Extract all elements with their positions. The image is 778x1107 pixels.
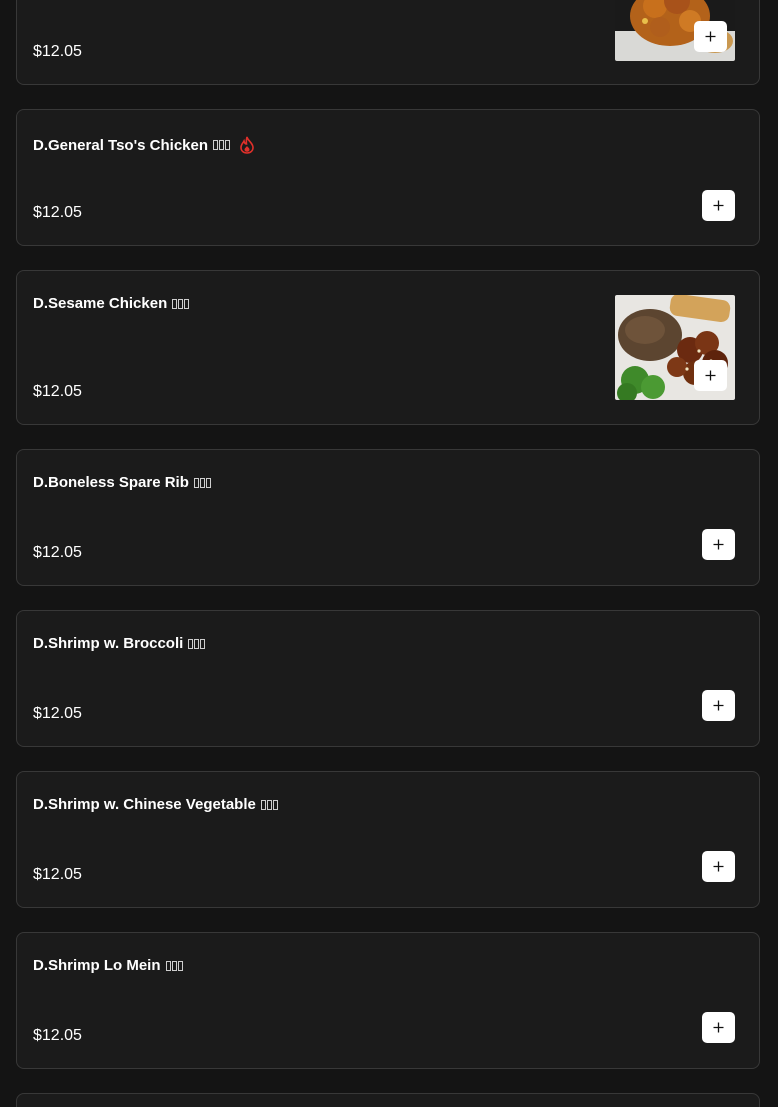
menu-item-card[interactable]: D.Shrimp w. Broccoli $12.05 xyxy=(16,610,760,747)
add-to-cart-button[interactable] xyxy=(702,190,735,221)
add-to-cart-button[interactable] xyxy=(694,360,727,391)
flame-icon xyxy=(238,136,256,154)
item-price: $12.05 xyxy=(33,866,82,883)
item-name: D.Shrimp w. Chinese Vegetable xyxy=(33,796,278,813)
plus-icon xyxy=(705,31,716,42)
cjk-glyphs xyxy=(171,298,190,309)
item-name: D.Boneless Spare Rib xyxy=(33,474,211,491)
item-name: D.Shrimp Lo Mein xyxy=(33,957,183,974)
plus-icon xyxy=(713,700,724,711)
item-price: $12.05 xyxy=(33,1027,82,1044)
item-name: D.Sesame Chicken xyxy=(33,295,190,312)
item-price: $12.05 xyxy=(33,705,82,722)
item-price: $12.05 xyxy=(33,383,82,400)
plus-icon xyxy=(713,861,724,872)
cjk-glyphs xyxy=(212,140,231,150)
menu-item-card[interactable]: $12.05 xyxy=(16,0,760,85)
add-to-cart-button[interactable] xyxy=(694,21,727,52)
add-to-cart-button[interactable] xyxy=(702,851,735,882)
menu-list: $12.05 D.General Tso's Chicken $12.05 D.… xyxy=(0,0,778,1107)
item-name-text: D.General Tso's Chicken xyxy=(33,136,209,154)
plus-icon xyxy=(713,200,724,211)
menu-item-card[interactable] xyxy=(16,1093,760,1107)
menu-item-card[interactable]: D.Shrimp Lo Mein $12.05 xyxy=(16,932,760,1069)
plus-icon xyxy=(713,539,724,550)
menu-item-card[interactable]: D.Sesame Chicken $12.05 xyxy=(16,270,760,425)
menu-item-card[interactable]: D.Boneless Spare Rib $12.05 xyxy=(16,449,760,586)
menu-item-card[interactable]: D.General Tso's Chicken $12.05 xyxy=(16,109,760,246)
item-price: $12.05 xyxy=(33,43,82,60)
item-name-text: D.Shrimp w. Broccoli xyxy=(33,635,184,652)
plus-icon xyxy=(705,370,716,381)
menu-item-card[interactable]: D.Shrimp w. Chinese Vegetable $12.05 xyxy=(16,771,760,908)
item-name: D.General Tso's Chicken xyxy=(33,136,256,154)
cjk-glyphs xyxy=(260,799,278,810)
item-price: $12.05 xyxy=(33,544,82,561)
add-to-cart-button[interactable] xyxy=(702,1012,735,1043)
add-to-cart-button[interactable] xyxy=(702,529,735,560)
add-to-cart-button[interactable] xyxy=(702,690,735,721)
item-name: D.Shrimp w. Broccoli xyxy=(33,635,206,652)
item-name-text: D.Boneless Spare Rib xyxy=(33,474,189,491)
item-name-text: D.Shrimp w. Chinese Vegetable xyxy=(33,796,256,813)
cjk-glyphs xyxy=(165,960,183,971)
item-name-text: D.Sesame Chicken xyxy=(33,295,168,312)
cjk-glyphs xyxy=(187,638,206,649)
cjk-glyphs xyxy=(193,477,211,488)
item-price: $12.05 xyxy=(33,204,82,221)
item-name-text: D.Shrimp Lo Mein xyxy=(33,957,161,974)
plus-icon xyxy=(713,1022,724,1033)
